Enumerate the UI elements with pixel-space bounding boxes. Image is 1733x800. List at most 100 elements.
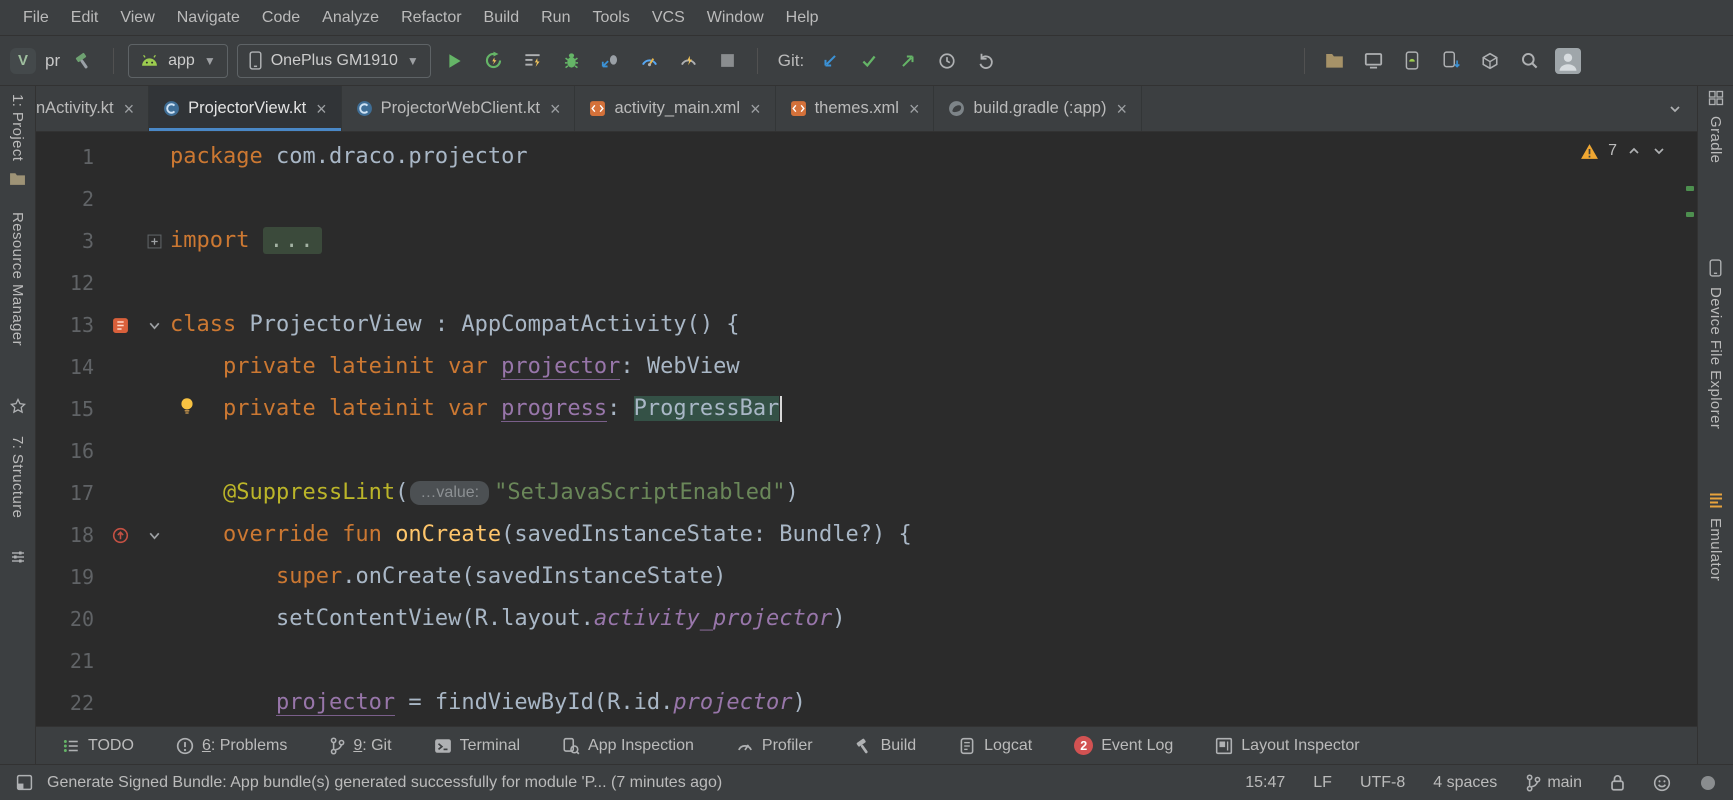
- code-text[interactable]: private lateinit var progress: ProgressB…: [170, 388, 1697, 430]
- code-text[interactable]: import ...: [170, 220, 1697, 262]
- git-push-button[interactable]: [893, 46, 923, 76]
- code-line[interactable]: 13 class ProjectorView : AppCompatActivit…: [36, 304, 1697, 346]
- tab-themes-xml[interactable]: themes.xml×: [776, 86, 935, 131]
- fold-collapse-icon[interactable]: [138, 318, 170, 333]
- run-button[interactable]: [440, 46, 470, 76]
- line-number[interactable]: 21: [36, 640, 102, 682]
- code-area[interactable]: 1 package com.draco.projector 23import ...…: [36, 132, 1697, 724]
- line-number[interactable]: 17: [36, 472, 102, 514]
- menu-item-run[interactable]: Run: [530, 9, 581, 27]
- menu-item-refactor[interactable]: Refactor: [390, 9, 472, 27]
- feedback-smiley-icon[interactable]: [1653, 774, 1671, 792]
- code-text[interactable]: projector = findViewById(R.id.projector): [170, 682, 1697, 724]
- toolwindow-button-layout-inspector[interactable]: Layout Inspector: [1215, 737, 1359, 755]
- tool-strip-favorites-button[interactable]: [10, 398, 26, 414]
- tool-strip-variants-button[interactable]: [10, 549, 26, 565]
- device-selector[interactable]: OnePlus GM1910 ▼: [237, 44, 431, 78]
- tab-build-gradle-app[interactable]: build.gradle (:app)×: [934, 86, 1142, 131]
- next-problem-button[interactable]: [1651, 143, 1667, 159]
- toolwindow-button-app-inspection[interactable]: App Inspection: [562, 737, 694, 755]
- line-number[interactable]: 13: [36, 304, 102, 346]
- code-line[interactable]: 20 setContentView(R.layout.activity_proj…: [36, 598, 1697, 640]
- profiler-button[interactable]: [635, 46, 665, 76]
- indent-indicator[interactable]: 4 spaces: [1433, 774, 1497, 792]
- menu-item-tools[interactable]: Tools: [581, 9, 640, 27]
- line-number[interactable]: 22: [36, 682, 102, 724]
- apply-changes-button[interactable]: [479, 46, 509, 76]
- attach-debugger-button[interactable]: [596, 46, 626, 76]
- menu-item-edit[interactable]: Edit: [60, 9, 110, 27]
- build-hammer-icon[interactable]: [69, 46, 99, 76]
- line-number[interactable]: 2: [36, 178, 102, 220]
- tool-strip-1-project[interactable]: 1: Project: [9, 94, 26, 186]
- line-number[interactable]: 19: [36, 556, 102, 598]
- intention-bulb-icon[interactable]: [178, 396, 196, 415]
- code-line[interactable]: 22 projector = findViewById(R.id.project…: [36, 682, 1697, 724]
- line-number[interactable]: 18: [36, 514, 102, 556]
- status-message[interactable]: Generate Signed Bundle: App bundle(s) ge…: [47, 774, 1217, 792]
- code-text[interactable]: setContentView(R.layout.activity_project…: [170, 598, 1697, 640]
- code-line[interactable]: 12: [36, 262, 1697, 304]
- rollback-button[interactable]: [971, 46, 1001, 76]
- code-text[interactable]: package com.draco.projector: [170, 136, 1697, 178]
- git-update-button[interactable]: [815, 46, 845, 76]
- search-everywhere-button[interactable]: [1514, 46, 1544, 76]
- close-tab-icon[interactable]: ×: [124, 100, 135, 118]
- line-number[interactable]: 14: [36, 346, 102, 388]
- menu-item-navigate[interactable]: Navigate: [166, 9, 251, 27]
- close-tab-icon[interactable]: ×: [909, 100, 920, 118]
- code-line[interactable]: 1 package com.draco.projector: [36, 136, 1697, 178]
- vcs-change-mark[interactable]: [1686, 186, 1694, 191]
- code-text[interactable]: @SuppressLint(…value:"SetJavaScriptEnabl…: [170, 472, 1697, 514]
- stop-button[interactable]: [713, 46, 743, 76]
- close-tab-icon[interactable]: ×: [1116, 100, 1127, 118]
- layout-validation-icon[interactable]: [1358, 46, 1388, 76]
- code-line[interactable]: 16: [36, 430, 1697, 472]
- profile-avatar-icon[interactable]: [1553, 46, 1583, 76]
- code-line[interactable]: 3import ...: [36, 220, 1697, 262]
- code-line[interactable]: 21: [36, 640, 1697, 682]
- toolwindow-button-6-problems[interactable]: 6: Problems: [176, 737, 287, 755]
- tool-strip-gradle[interactable]: Gradle: [1707, 90, 1724, 163]
- sdk-manager-button[interactable]: [1436, 46, 1466, 76]
- override-gutter-icon[interactable]: [102, 527, 138, 544]
- line-number[interactable]: 12: [36, 262, 102, 304]
- toolwindow-button-terminal[interactable]: Terminal: [434, 737, 520, 755]
- toolwindow-button-logcat[interactable]: Logcat: [958, 737, 1032, 755]
- menu-item-analyze[interactable]: Analyze: [311, 9, 390, 27]
- code-text[interactable]: super.onCreate(savedInstanceState): [170, 556, 1697, 598]
- profile-low-overhead-button[interactable]: [674, 46, 704, 76]
- line-number[interactable]: 15: [36, 388, 102, 430]
- code-line[interactable]: 14 private lateinit var projector: WebVi…: [36, 346, 1697, 388]
- lock-icon[interactable]: [1610, 774, 1625, 791]
- menu-item-view[interactable]: View: [109, 9, 165, 27]
- tab-projectorview-kt[interactable]: ProjectorView.kt×: [149, 86, 342, 131]
- code-line[interactable]: 19 super.onCreate(savedInstanceState): [36, 556, 1697, 598]
- line-number[interactable]: 1: [36, 136, 102, 178]
- tool-strip-7-structure[interactable]: 7: Structure: [9, 436, 26, 518]
- code-text[interactable]: override fun onCreate(savedInstanceState…: [170, 514, 1697, 556]
- tool-strip-emulator[interactable]: Emulator: [1707, 492, 1724, 581]
- menu-item-file[interactable]: File: [12, 9, 60, 27]
- line-separator-indicator[interactable]: LF: [1313, 774, 1332, 792]
- close-tab-icon[interactable]: ×: [750, 100, 761, 118]
- project-structure-folder-icon[interactable]: [1319, 46, 1349, 76]
- tool-window-toggle-icon[interactable]: [16, 774, 33, 791]
- menu-item-help[interactable]: Help: [775, 9, 830, 27]
- scrollbar-error-stripe[interactable]: [1683, 132, 1697, 726]
- toolwindow-button-build[interactable]: Build: [855, 737, 917, 755]
- code-line[interactable]: 2: [36, 178, 1697, 220]
- history-button[interactable]: [932, 46, 962, 76]
- code-text[interactable]: class ProjectorView : AppCompatActivity(…: [170, 304, 1697, 346]
- menu-item-window[interactable]: Window: [696, 9, 775, 27]
- apply-code-changes-button[interactable]: [518, 46, 548, 76]
- line-number[interactable]: 20: [36, 598, 102, 640]
- close-tab-icon[interactable]: ×: [316, 100, 327, 118]
- device-manager-button[interactable]: [1475, 46, 1505, 76]
- close-tab-icon[interactable]: ×: [550, 100, 561, 118]
- code-line[interactable]: 18 override fun onCreate(savedInstanceSt…: [36, 514, 1697, 556]
- encoding-indicator[interactable]: UTF-8: [1360, 774, 1405, 792]
- debug-button[interactable]: [557, 46, 587, 76]
- toolwindow-button-event-log[interactable]: 2Event Log: [1074, 736, 1173, 755]
- class-gutter-icon[interactable]: [102, 317, 138, 334]
